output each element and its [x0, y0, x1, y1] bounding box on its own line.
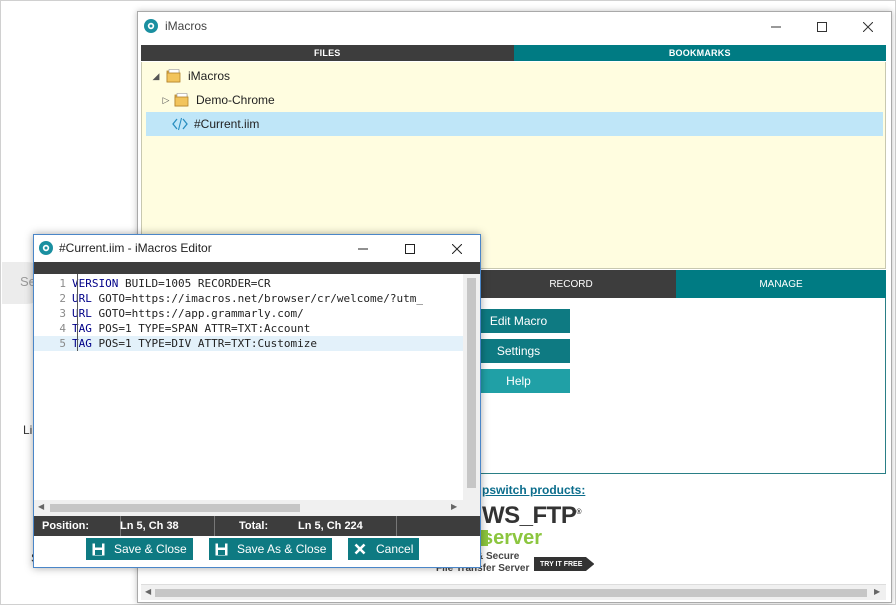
editor-horizontal-scrollbar[interactable]: ◀ ▶ — [34, 500, 480, 516]
cancel-button[interactable]: Cancel — [348, 538, 420, 560]
ad-logo[interactable]: WS_FTP® — [482, 502, 581, 530]
expanded-arrow-icon[interactable]: ◢ — [150, 71, 162, 82]
macro-editor-window: #Current.iim - iMacros Editor 1 VERSION B… — [33, 234, 481, 568]
minimize-icon[interactable] — [753, 12, 799, 41]
save-close-button[interactable]: Save & Close — [86, 538, 193, 560]
ad-logo-reg: ® — [576, 509, 582, 516]
close-icon[interactable] — [845, 12, 891, 41]
code-text: GOTO=https://imacros.net/browser/cr/welc… — [91, 292, 424, 305]
ad-logo-sub: server — [482, 527, 543, 549]
settings-button[interactable]: Settings — [467, 339, 570, 363]
save-close-label: Save & Close — [114, 542, 187, 556]
save-as-close-button[interactable]: Save As & Close — [209, 538, 333, 560]
position-label: Position: — [42, 520, 90, 532]
code-text: POS=1 TYPE=DIV ATTR=TXT:Customize — [91, 337, 318, 350]
manage-panel: Edit Macro Settings Help — [466, 298, 886, 474]
cancel-label: Cancel — [376, 542, 414, 556]
scroll-left-icon[interactable]: ◀ — [38, 502, 44, 511]
total-label: Total: — [239, 520, 269, 532]
editor-window-title: #Current.iim - iMacros Editor — [59, 241, 212, 255]
try-free-button[interactable]: TRY IT FREE — [534, 557, 595, 571]
code-line[interactable]: 2 URL GOTO=https://imacros.net/browser/cr… — [34, 291, 463, 306]
line-number: 4 — [59, 322, 66, 335]
help-button[interactable]: Help — [467, 369, 570, 393]
total-value: Ln 5, Ch 224 — [298, 520, 363, 532]
code-keyword: URL — [72, 292, 92, 305]
scroll-right-icon[interactable]: ▶ — [451, 502, 457, 511]
maximize-icon[interactable] — [387, 235, 433, 262]
save-icon — [209, 538, 233, 560]
scrollbar-thumb[interactable] — [155, 589, 867, 597]
scrollbar-thumb[interactable] — [50, 504, 300, 512]
code-keyword: TAG — [72, 337, 92, 350]
position-value: Ln 5, Ch 38 — [120, 520, 179, 532]
editor-titlebar[interactable]: #Current.iim - iMacros Editor — [34, 235, 480, 262]
background-text-fragment: Li — [23, 423, 33, 437]
code-keyword: TAG — [72, 322, 92, 335]
ad-tagline-1: & Secure — [476, 551, 520, 562]
main-horizontal-scrollbar[interactable]: ◀ ▶ — [141, 584, 886, 600]
main-tab-bar: FILES BOOKMARKS — [141, 45, 886, 61]
tab-manage[interactable]: MANAGE — [676, 270, 886, 298]
tab-files[interactable]: FILES — [141, 45, 514, 61]
manage-tab-bar: RECORD MANAGE — [466, 270, 886, 298]
edit-macro-button[interactable]: Edit Macro — [467, 309, 570, 333]
folder-icon — [174, 92, 190, 108]
line-number: 2 — [59, 292, 66, 305]
tree-item-label: #Current.iim — [194, 117, 260, 131]
imacros-icon — [38, 240, 54, 256]
save-as-close-label: Save As & Close — [237, 542, 327, 556]
scroll-left-icon[interactable]: ◀ — [145, 587, 151, 596]
status-divider — [396, 516, 397, 536]
code-text: POS=1 TYPE=SPAN ATTR=TXT:Account — [91, 322, 311, 335]
main-window-title: iMacros — [165, 19, 208, 33]
folder-icon — [166, 68, 182, 84]
cancel-x-icon — [348, 538, 372, 560]
code-line-current[interactable]: 5 TAG POS=1 TYPE=DIV ATTR=TXT:Customize — [34, 336, 463, 351]
code-text: BUILD=1005 RECORDER=CR — [118, 277, 271, 290]
collapsed-arrow-icon[interactable]: ▷ — [160, 95, 172, 106]
minimize-icon[interactable] — [340, 235, 386, 262]
scroll-right-icon[interactable]: ▶ — [874, 587, 880, 596]
editor-vertical-scrollbar[interactable] — [463, 274, 480, 500]
line-number: 5 — [59, 337, 66, 350]
tree-item-label: iMacros — [188, 69, 231, 83]
code-editor[interactable]: 1 VERSION BUILD=1005 RECORDER=CR 2 URL GOT… — [34, 274, 463, 500]
line-number: 1 — [59, 277, 66, 290]
status-divider — [214, 516, 215, 536]
code-line[interactable]: 3 URL GOTO=https://app.grammarly.com/ — [34, 306, 463, 321]
maximize-icon[interactable] — [799, 12, 845, 41]
code-line[interactable]: 4 TAG POS=1 TYPE=SPAN ATTR=TXT:Account — [34, 321, 463, 336]
tree-item-demo-chrome[interactable]: ▷ Demo-Chrome — [142, 88, 885, 112]
imacros-icon — [143, 18, 159, 34]
ad-logo-main: WS_FTP — [482, 502, 577, 529]
scrollbar-thumb[interactable] — [467, 278, 476, 488]
code-text: GOTO=https://app.grammarly.com/ — [91, 307, 304, 320]
code-keyword: VERSION — [72, 277, 119, 290]
save-icon — [86, 538, 110, 560]
main-titlebar[interactable]: iMacros — [138, 12, 891, 41]
editor-status-bar: Position: Ln 5, Ch 38 Total: Ln 5, Ch 22… — [34, 516, 480, 536]
code-keyword: URL — [72, 307, 92, 320]
editor-gutter-divider — [77, 274, 78, 351]
editor-toolbar-strip — [34, 262, 480, 274]
code-line[interactable]: 1 VERSION BUILD=1005 RECORDER=CR — [34, 276, 463, 291]
tree-item-imacros[interactable]: ◢ iMacros — [142, 64, 885, 88]
tab-bookmarks[interactable]: BOOKMARKS — [513, 45, 886, 61]
products-link[interactable]: pswitch products: — [482, 483, 585, 497]
code-file-icon — [172, 117, 188, 131]
tree-item-label: Demo-Chrome — [196, 93, 275, 107]
tab-record[interactable]: RECORD — [466, 270, 676, 298]
line-number: 3 — [59, 307, 66, 320]
tree-item-current-iim[interactable]: #Current.iim — [146, 112, 883, 136]
close-icon[interactable] — [434, 235, 480, 262]
